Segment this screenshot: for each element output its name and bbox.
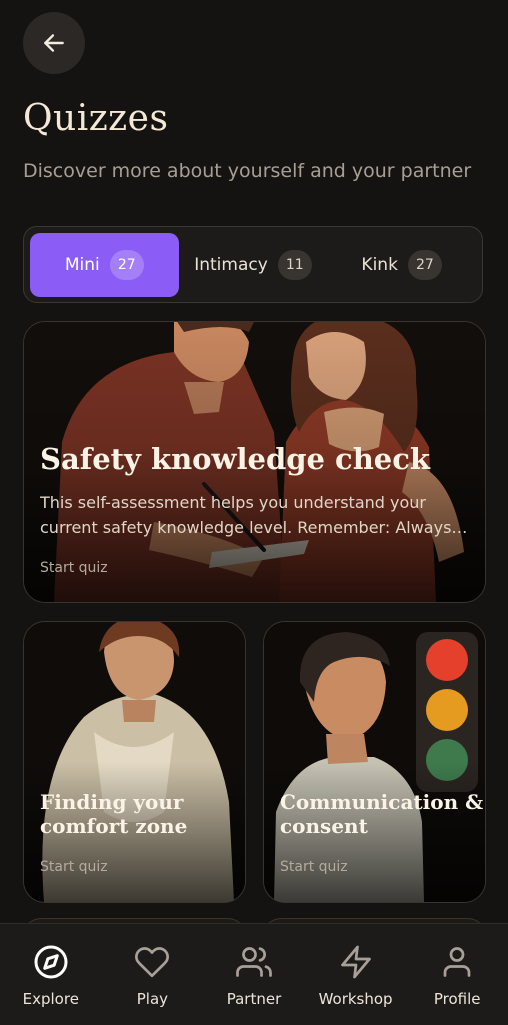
arrow-left-icon xyxy=(44,34,64,52)
start-quiz-link[interactable]: Start quiz xyxy=(40,560,108,576)
user-icon xyxy=(443,947,471,977)
nav-workshop[interactable]: Workshop xyxy=(311,924,401,1008)
tab-label: Kink xyxy=(361,254,398,275)
count-badge: 27 xyxy=(109,249,144,280)
bottom-navigation: Explore Play Partner Workshop Profile xyxy=(0,923,508,1025)
quiz-card-comfort-zone[interactable]: Finding your comfort zone Start quiz xyxy=(23,621,246,903)
nav-play[interactable]: Play xyxy=(107,924,197,1008)
card-title: Safety knowledge check xyxy=(40,442,430,476)
card-title: Finding your comfort zone xyxy=(40,790,188,838)
count-badge: 27 xyxy=(407,249,442,280)
quiz-card-safety[interactable]: Safety knowledge check This self-assessm… xyxy=(23,321,486,603)
count-badge: 11 xyxy=(277,249,312,280)
users-icon xyxy=(236,947,272,977)
tab-label: Intimacy xyxy=(194,254,268,275)
back-button[interactable] xyxy=(23,12,85,74)
heart-icon xyxy=(135,947,170,978)
tab-label: Mini xyxy=(64,254,100,275)
nav-label: Partner xyxy=(226,990,282,1008)
nav-label: Explore xyxy=(22,990,79,1008)
nav-label: Workshop xyxy=(318,990,393,1008)
tab-intimacy[interactable]: Intimacy 11 xyxy=(179,233,328,297)
quiz-card-communication[interactable]: Communication & consent Start quiz xyxy=(263,621,486,903)
page-title: Quizzes xyxy=(23,98,169,139)
nav-partner[interactable]: Partner xyxy=(209,924,299,1008)
nav-label: Play xyxy=(136,990,169,1008)
compass-icon xyxy=(34,945,68,979)
lightning-icon xyxy=(340,945,371,979)
page-subtitle: Discover more about yourself and your pa… xyxy=(23,160,472,182)
start-quiz-link[interactable]: Start quiz xyxy=(40,859,108,875)
quiz-category-tabs: Mini 27 Intimacy 11 Kink 27 xyxy=(23,226,483,303)
card-title: Communication & consent xyxy=(280,790,484,838)
tab-mini[interactable]: Mini 27 xyxy=(30,232,179,297)
card-description: This self-assessment helps you understan… xyxy=(40,493,452,537)
nav-label: Profile xyxy=(433,990,481,1008)
nav-profile[interactable]: Profile xyxy=(412,924,502,1008)
nav-explore[interactable]: Explore xyxy=(6,924,96,1008)
start-quiz-link[interactable]: Start quiz xyxy=(280,859,348,875)
tab-kink[interactable]: Kink 27 xyxy=(327,233,476,297)
